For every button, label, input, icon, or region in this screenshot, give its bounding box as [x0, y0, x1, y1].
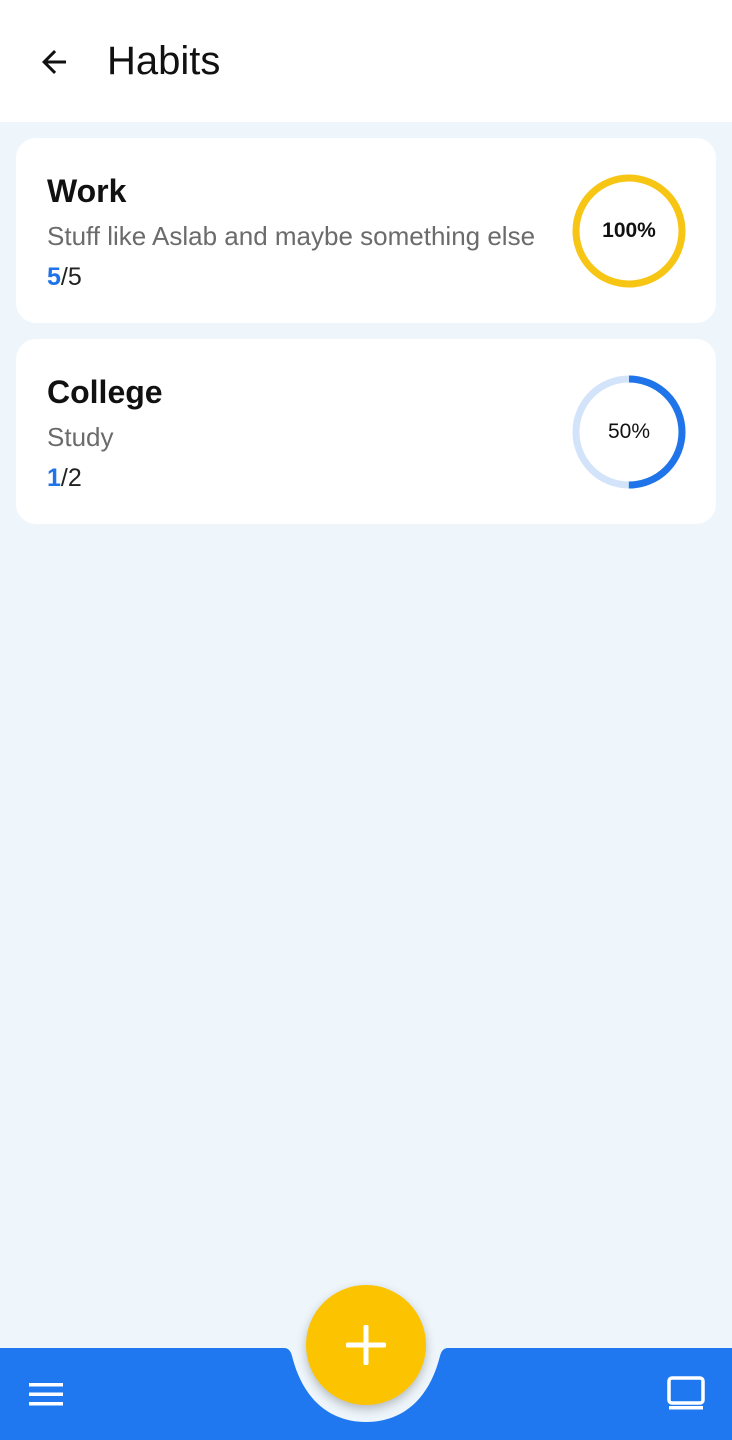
progress-ring: 50%	[569, 372, 689, 492]
habit-count-done: 1	[47, 464, 61, 492]
page-title: Habits	[107, 39, 221, 83]
habit-description: Stuff like Aslab and maybe something els…	[47, 221, 536, 251]
progress-percent: 100%	[602, 219, 656, 242]
habit-count: 1/2	[47, 463, 82, 493]
habit-description: Study	[47, 422, 114, 452]
habit-count-separator: /	[60, 464, 68, 492]
add-habit-button[interactable]	[306, 1285, 426, 1405]
habit-count: 5/5	[47, 262, 82, 292]
habit-title: Work	[47, 173, 127, 209]
plus-icon	[346, 1325, 386, 1365]
habit-count-done: 5	[47, 263, 61, 291]
view-toggle-button[interactable]	[658, 1368, 714, 1420]
view-carousel-icon	[667, 1376, 705, 1410]
arrow-back-icon	[42, 50, 66, 74]
habit-count-separator: /	[60, 263, 68, 291]
menu-button[interactable]	[18, 1368, 74, 1420]
habit-card-college[interactable]: College Study 1/2 50%	[16, 339, 716, 524]
habit-card-work[interactable]: Work Stuff like Aslab and maybe somethin…	[16, 138, 716, 323]
habit-list: Work Stuff like Aslab and maybe somethin…	[16, 138, 716, 540]
menu-icon	[29, 1383, 63, 1406]
habit-title: College	[47, 374, 163, 410]
progress-ring: 100%	[569, 171, 689, 291]
back-button[interactable]	[26, 36, 82, 88]
habit-count-total: 5	[67, 263, 82, 291]
progress-percent: 50%	[607, 420, 651, 443]
app-bar: Habits	[0, 0, 732, 122]
habit-count-total: 2	[67, 464, 82, 492]
